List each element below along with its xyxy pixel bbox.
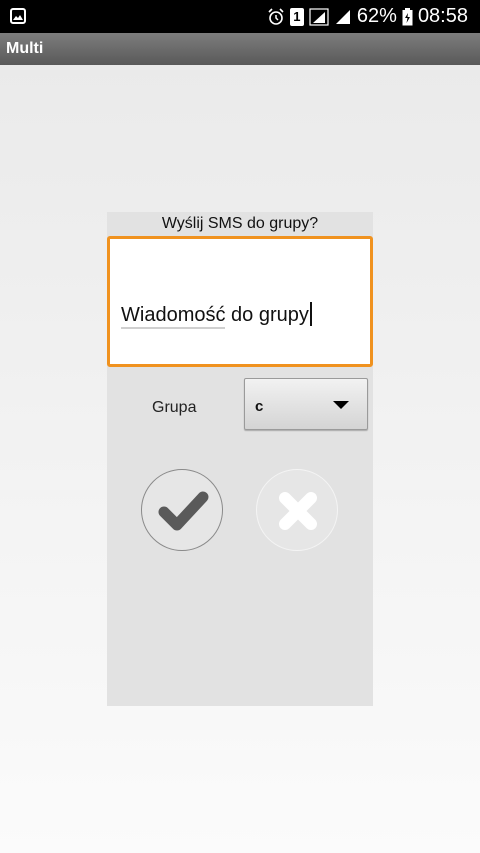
app-title: Multi (6, 40, 44, 57)
dropdown-arrow-icon (333, 401, 349, 409)
group-label: Grupa (152, 399, 197, 416)
group-dropdown[interactable]: c (244, 378, 368, 430)
battery-percent: 62% (356, 5, 397, 27)
message-text-word: Wiadomość (121, 304, 226, 329)
cancel-button[interactable] (256, 469, 338, 551)
image-icon (10, 8, 26, 24)
dialog-title: Wyślij SMS do grupy? (161, 215, 319, 232)
message-text[interactable]: Wiadomość do grupy (121, 302, 312, 329)
signal-icon (309, 7, 329, 26)
check-icon (158, 491, 209, 531)
message-text-rest: do grupy (225, 304, 309, 326)
app-title-bar: Multi (0, 33, 480, 65)
signal-icon (335, 9, 350, 24)
status-bar: 1 62% 08:58 (0, 0, 480, 33)
sms-dialog: Wyślij SMS do grupy? Wiadomość do grupy … (107, 212, 373, 706)
clock: 08:58 (417, 5, 468, 27)
battery-icon (402, 7, 413, 25)
sim-icon: 1 (289, 7, 304, 26)
confirm-button[interactable] (141, 469, 223, 551)
alarm-icon (268, 7, 284, 25)
text-cursor (309, 302, 312, 326)
group-selected-value: c (255, 398, 264, 415)
message-input[interactable]: Wiadomość do grupy (107, 236, 373, 367)
close-icon (279, 492, 317, 530)
